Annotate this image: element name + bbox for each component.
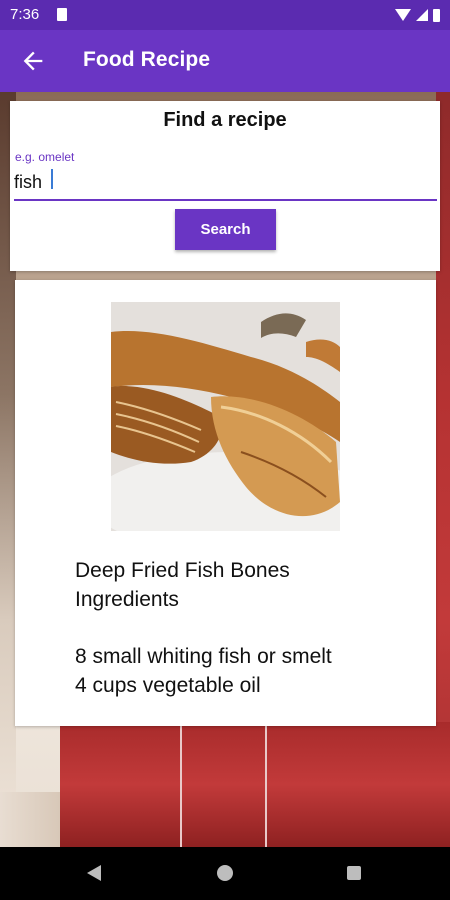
search-card: Find a recipe e.g. omelet Search <box>10 101 440 271</box>
search-button[interactable]: Search <box>175 209 276 250</box>
ingredient-item: 4 cups vegetable oil <box>75 674 261 697</box>
recipe-card[interactable]: Deep Fried Fish Bones Ingredients 8 smal… <box>15 280 436 726</box>
search-input[interactable] <box>14 165 437 201</box>
recipe-image <box>111 302 340 531</box>
system-nav-bar <box>0 847 450 900</box>
status-icons <box>395 6 440 24</box>
wifi-icon <box>395 9 411 21</box>
nav-recents-icon[interactable] <box>347 866 361 880</box>
status-bar: 7:36 <box>0 0 450 30</box>
recipe-title: Deep Fried Fish Bones <box>75 559 290 582</box>
nav-home-icon[interactable] <box>217 865 233 881</box>
back-button[interactable] <box>18 47 48 75</box>
search-heading: Find a recipe <box>163 109 287 131</box>
signal-icon <box>416 9 428 21</box>
ingredient-item: 8 small whiting fish or smelt <box>75 645 332 668</box>
battery-icon <box>433 8 440 22</box>
nav-back-icon[interactable] <box>87 865 101 881</box>
text-cursor <box>51 169 53 189</box>
app-title: Food Recipe <box>83 48 211 71</box>
fried-fish-photo <box>111 302 340 531</box>
status-time: 7:36 <box>10 6 40 23</box>
ingredients-heading: Ingredients <box>75 588 179 611</box>
sd-card-icon <box>57 8 67 21</box>
arrow-left-icon <box>23 51 43 71</box>
background-floor <box>0 792 60 847</box>
app-bar: Food Recipe <box>0 30 450 92</box>
background-red-counter <box>60 722 450 847</box>
search-field-label: e.g. omelet <box>15 150 75 164</box>
